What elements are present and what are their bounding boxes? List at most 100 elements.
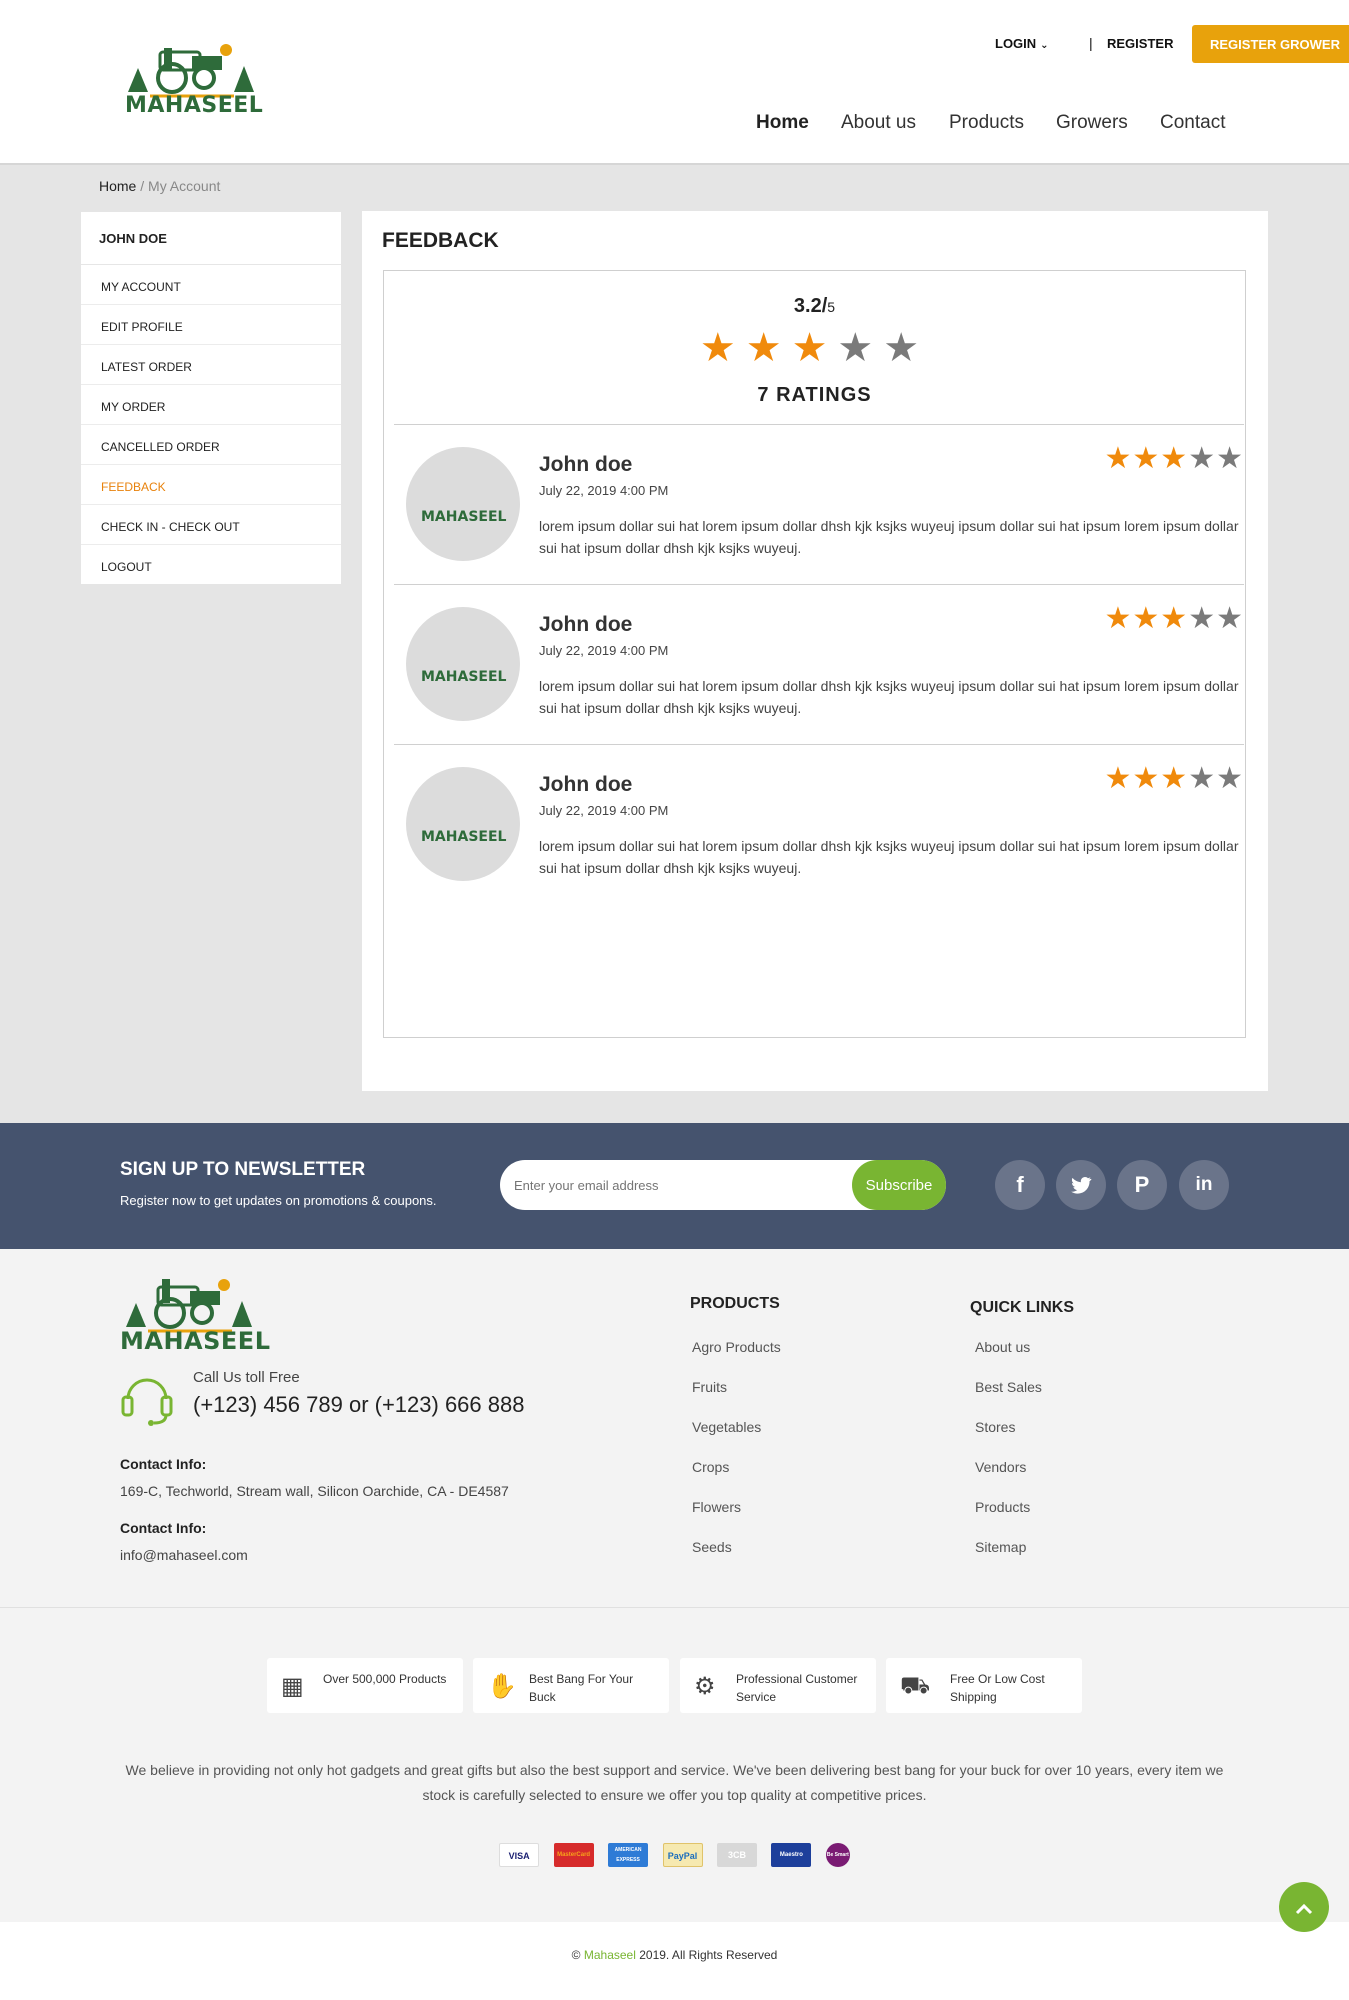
footer-link[interactable]: Best Sales [975,1379,1042,1395]
sidebar-item-my-order[interactable]: MY ORDER [81,385,341,425]
breadcrumb-separator: / [136,178,149,194]
money-bag-icon: ✋ [487,1673,517,1700]
footer-link[interactable]: Products [975,1499,1030,1515]
footer-link[interactable]: Sitemap [975,1539,1026,1555]
email-link[interactable]: info@mahaseel.com [120,1547,248,1563]
star-filled-icon: ★ [1104,762,1133,795]
star-empty-icon: ★ [1188,602,1217,635]
breadcrumb: Home / My Account [99,178,220,194]
about-text: We believe in providing not only hot gad… [125,1762,1224,1803]
reviewer-name: John doe [539,773,633,796]
footer-link[interactable]: Vegetables [692,1419,761,1435]
star-empty-icon: ★ [883,326,930,370]
sidebar-item-logout[interactable]: LOGOUT [81,545,341,585]
mastercard-card-icon: MasterCard [553,1843,594,1867]
copyright-brand[interactable]: Mahaseel [584,1948,636,1962]
newsletter-form: Subscribe [500,1160,946,1210]
nav-growers[interactable]: Growers [1056,112,1128,134]
sidebar-item-check-in-check-out[interactable]: CHECK IN - CHECK OUT [81,505,341,545]
footer-link[interactable]: About us [975,1339,1030,1355]
review-date: July 22, 2019 4:00 PM [539,643,669,658]
review-stars: ★★★★★ [1104,761,1244,797]
payment-cards: VISA MasterCard AMERICAN EXPRESS PayPal … [0,1843,1349,1867]
star-filled-icon: ★ [1132,602,1161,635]
products-icon: ▦ [281,1673,304,1700]
feature-text: Over 500,000 Products [323,1672,447,1686]
amex-card-icon: AMERICAN EXPRESS [608,1843,649,1867]
contact-info-label: Contact Info: [120,1520,207,1536]
scroll-to-top-button[interactable] [1279,1882,1329,1932]
subscribe-button[interactable]: Subscribe [852,1160,946,1210]
contact-info-label: Contact Info: [120,1456,207,1472]
review-text: lorem ipsum dollar sui hat lorem ipsum d… [539,678,1239,716]
nav-contact[interactable]: Contact [1160,112,1225,134]
brand-name: MAHASEEL [125,93,264,118]
avatar: MAHASEEL [406,607,520,721]
divider: | [1089,35,1093,51]
footer-link[interactable]: Seeds [692,1539,732,1555]
register-grower-button[interactable]: REGISTER GROWER [1192,25,1349,63]
review-date: July 22, 2019 4:00 PM [539,803,669,818]
star-empty-icon: ★ [1216,762,1244,795]
nav-products[interactable]: Products [949,112,1024,134]
footer-link[interactable]: Flowers [692,1499,741,1515]
star-filled-icon: ★ [745,326,792,370]
breadcrumb-home[interactable]: Home [99,178,136,194]
page-title: FEEDBACK [382,229,499,252]
address: 169-C, Techworld, Stream wall, Silicon O… [120,1483,509,1499]
review-text: lorem ipsum dollar sui hat lorem ipsum d… [539,838,1239,876]
feature-badge: ✋ Best Bang For Your Buck [473,1658,669,1713]
sidebar-item-feedback[interactable]: FEEDBACK [81,465,341,505]
be-smart-card-icon: Be Smart [825,1843,850,1867]
footer-link[interactable]: Vendors [975,1459,1026,1475]
facebook-icon[interactable]: f [995,1160,1045,1210]
star-filled-icon: ★ [1104,602,1133,635]
sidebar-item-latest-order[interactable]: LATEST ORDER [81,345,341,385]
nav-about-us[interactable]: About us [841,112,916,134]
average-rating-stars: ★★★★★ [384,326,1245,370]
twitter-bird-icon [1071,1176,1092,1194]
footer-link[interactable]: Stores [975,1419,1015,1435]
footer-link[interactable]: Fruits [692,1379,727,1395]
star-empty-icon: ★ [1188,442,1217,475]
review-date: July 22, 2019 4:00 PM [539,483,669,498]
avatar: MAHASEEL [406,767,520,881]
3cb-card-icon: 3CB [716,1843,757,1867]
star-empty-icon: ★ [1188,762,1217,795]
score-value: 3.2/ [793,295,828,317]
chevron-up-icon [1295,1903,1313,1915]
mahaseel-logo[interactable]: MAHASEEL [122,30,264,125]
linkedin-icon[interactable]: in [1179,1160,1229,1210]
star-filled-icon: ★ [1104,442,1133,475]
nav-home[interactable]: Home [756,112,809,134]
sidebar-item-cancelled-order[interactable]: CANCELLED ORDER [81,425,341,465]
feature-text: Free Or Low Cost Shipping [950,1672,1045,1704]
register-link[interactable]: REGISTER [1107,36,1173,51]
team-icon: ⚙ [694,1673,716,1700]
footer-link[interactable]: Agro Products [692,1339,781,1355]
login-dropdown[interactable]: LOGIN ⌄ [995,36,1049,51]
footer-link[interactable]: Crops [692,1459,729,1475]
newsletter-subtitle: Register now to get updates on promotion… [120,1193,437,1208]
star-filled-icon: ★ [1132,762,1161,795]
avatar-brand-name: MAHASEEL [421,509,507,525]
footer-logo[interactable]: MAHASEEL [120,1265,270,1360]
brand-name: MAHASEEL [120,1327,271,1355]
account-sidebar: JOHN DOE MY ACCOUNT EDIT PROFILE LATEST … [81,212,341,584]
sidebar-item-edit-profile[interactable]: EDIT PROFILE [81,305,341,345]
sidebar-item-my-account[interactable]: MY ACCOUNT [81,265,341,305]
feedback-panel: FEEDBACK 3.2/5 ★★★★★ 7 RATINGS MAHASEEL … [362,211,1268,1091]
review-text: lorem ipsum dollar sui hat lorem ipsum d… [539,518,1239,556]
call-label: Call Us toll Free [193,1369,300,1386]
feedback-box: 3.2/5 ★★★★★ 7 RATINGS MAHASEEL John doe … [383,270,1246,1038]
chevron-down-icon: ⌄ [1040,40,1049,51]
email-field[interactable] [514,1174,814,1196]
pinterest-icon[interactable]: P [1117,1160,1167,1210]
reviewer-name: John doe [539,613,633,636]
feature-text: Best Bang For Your Buck [529,1672,634,1704]
twitter-icon[interactable] [1056,1160,1106,1210]
star-filled-icon: ★ [1160,762,1189,795]
star-filled-icon: ★ [699,326,746,370]
copyright: © Mahaseel 2019. All Rights Reserved [0,1948,1349,1962]
star-filled-icon: ★ [791,326,838,370]
